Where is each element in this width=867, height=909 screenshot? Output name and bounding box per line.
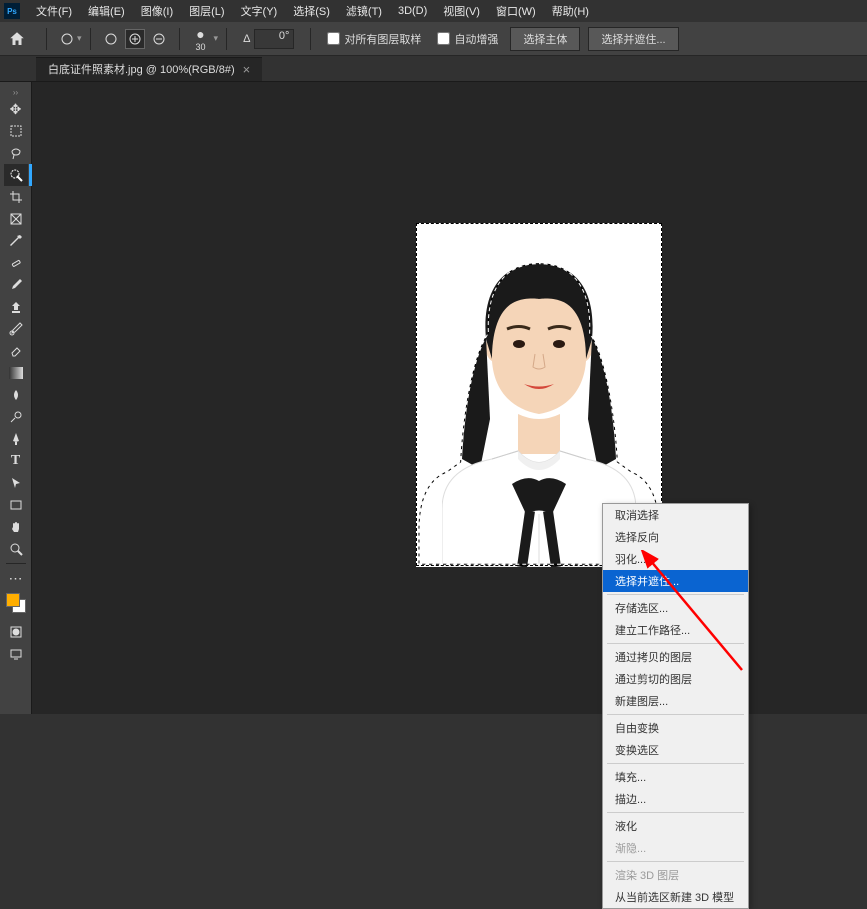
foreground-color[interactable] [6,593,20,607]
screen-mode-icon[interactable] [4,643,28,665]
workspace: ›› ✥ T ⋯ [0,82,867,714]
context-menu-item[interactable]: 变换选区 [603,739,748,761]
color-swatch[interactable] [6,593,26,613]
menu-window[interactable]: 窗口(W) [488,3,544,19]
edit-toolbar-icon[interactable]: ⋯ [4,567,28,589]
divider [226,28,227,50]
dodge-tool-icon[interactable] [4,406,28,428]
divider [310,28,311,50]
context-menu-item[interactable]: 存储选区... [603,597,748,619]
select-subject-button[interactable]: 选择主体 [510,27,580,51]
menu-layer[interactable]: 图层(L) [181,3,232,19]
quick-mask-icon[interactable] [4,621,28,643]
divider [90,28,91,50]
angle-control[interactable]: Δ 0° [243,29,294,49]
marquee-tool-icon[interactable] [4,120,28,142]
canvas-area[interactable]: 取消选择选择反向羽化...选择并遮住... 存储选区...建立工作路径... 通过拷… [32,82,867,714]
document-tab-title: 白底证件照素材.jpg @ 100%(RGB/8#) [48,61,235,77]
menu-image[interactable]: 图像(I) [133,3,181,19]
menu-separator [607,763,744,764]
home-icon[interactable] [8,30,26,48]
selection-add-icon[interactable] [125,29,145,49]
context-menu-item[interactable]: 选择并遮住... [603,570,748,592]
menubar: Ps 文件(F) 编辑(E) 图像(I) 图层(L) 文字(Y) 选择(S) 滤… [0,0,867,22]
document-tab[interactable]: 白底证件照素材.jpg @ 100%(RGB/8#) × [36,57,262,81]
menu-help[interactable]: 帮助(H) [544,3,597,19]
history-brush-tool-icon[interactable] [4,318,28,340]
document-tabbar: 白底证件照素材.jpg @ 100%(RGB/8#) × [0,56,867,82]
menu-separator [607,643,744,644]
tools-panel: ›› ✥ T ⋯ [0,82,32,714]
quick-select-new-icon[interactable] [57,29,77,49]
close-tab-icon[interactable]: × [243,62,251,77]
context-menu-item: 渐隐... [603,837,748,859]
menu-type[interactable]: 文字(Y) [233,3,286,19]
menu-file[interactable]: 文件(F) [28,3,80,19]
type-tool-icon[interactable]: T [4,450,28,472]
zoom-tool-icon[interactable] [4,538,28,560]
pen-tool-icon[interactable] [4,428,28,450]
context-menu-item[interactable]: 从当前选区新建 3D 模型 [603,886,748,908]
menu-view[interactable]: 视图(V) [435,3,488,19]
lasso-tool-icon[interactable] [4,142,28,164]
context-menu-item: 渲染 3D 图层 [603,864,748,886]
context-menu-item[interactable]: 建立工作路径... [603,619,748,641]
angle-input[interactable]: 0° [254,29,294,49]
menu-separator [607,861,744,862]
toolbar-divider [6,563,26,564]
context-menu-item[interactable]: 通过拷贝的图层 [603,646,748,668]
frame-tool-icon[interactable] [4,208,28,230]
brush-tool-icon[interactable] [4,274,28,296]
menu-separator [607,594,744,595]
options-bar: ▾ ● 30 ▾ Δ 0° 对所有图层取样 自动增强 选择主体 选择并遮住... [0,22,867,56]
menu-separator [607,812,744,813]
context-menu-item[interactable]: 填充... [603,766,748,788]
gradient-tool-icon[interactable] [4,362,28,384]
hand-tool-icon[interactable] [4,516,28,538]
divider [179,28,180,50]
context-menu-item[interactable]: 羽化... [603,548,748,570]
context-menu-item[interactable]: 新建图层... [603,690,748,712]
quick-selection-tool-icon[interactable] [4,164,28,186]
context-menu-item[interactable]: 液化 [603,815,748,837]
eraser-tool-icon[interactable] [4,340,28,362]
select-and-mask-button[interactable]: 选择并遮住... [588,27,678,51]
sample-all-layers-checkbox[interactable]: 对所有图层取样 [327,31,421,47]
clone-stamp-tool-icon[interactable] [4,296,28,318]
context-menu-item[interactable]: 取消选择 [603,504,748,526]
auto-enhance-checkbox[interactable]: 自动增强 [437,31,498,47]
menu-filter[interactable]: 滤镜(T) [338,3,390,19]
rectangle-tool-icon[interactable] [4,494,28,516]
path-selection-tool-icon[interactable] [4,472,28,494]
menu-separator [607,714,744,715]
healing-brush-tool-icon[interactable] [4,252,28,274]
context-menu-item[interactable]: 描边... [603,788,748,810]
eyedropper-tool-icon[interactable] [4,230,28,252]
selection-subtract-icon[interactable] [149,29,169,49]
context-menu-item[interactable]: 通过剪切的图层 [603,668,748,690]
photoshop-icon: Ps [4,3,20,19]
move-tool-icon[interactable]: ✥ [4,98,28,120]
context-menu: 取消选择选择反向羽化...选择并遮住... 存储选区...建立工作路径... 通过拷… [602,503,749,909]
menu-3d[interactable]: 3D(D) [390,5,435,17]
divider [46,28,47,50]
menu-select[interactable]: 选择(S) [285,3,338,19]
context-menu-item[interactable]: 选择反向 [603,526,748,548]
selection-new-icon[interactable] [101,29,121,49]
context-menu-item[interactable]: 自由变换 [603,717,748,739]
brush-size-preview[interactable]: ● 30 [196,26,206,52]
blur-tool-icon[interactable] [4,384,28,406]
toolbar-expand-icon[interactable]: ›› [0,86,31,98]
crop-tool-icon[interactable] [4,186,28,208]
menu-edit[interactable]: 编辑(E) [80,3,133,19]
